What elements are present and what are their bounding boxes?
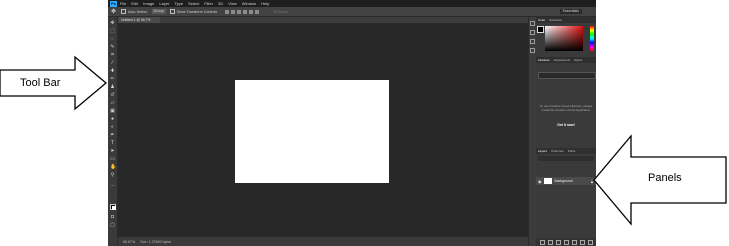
panels-callout-label: Panels	[648, 172, 682, 184]
annotation-arrows	[0, 55, 727, 226]
toolbar-callout-label: Tool Bar	[20, 77, 61, 89]
